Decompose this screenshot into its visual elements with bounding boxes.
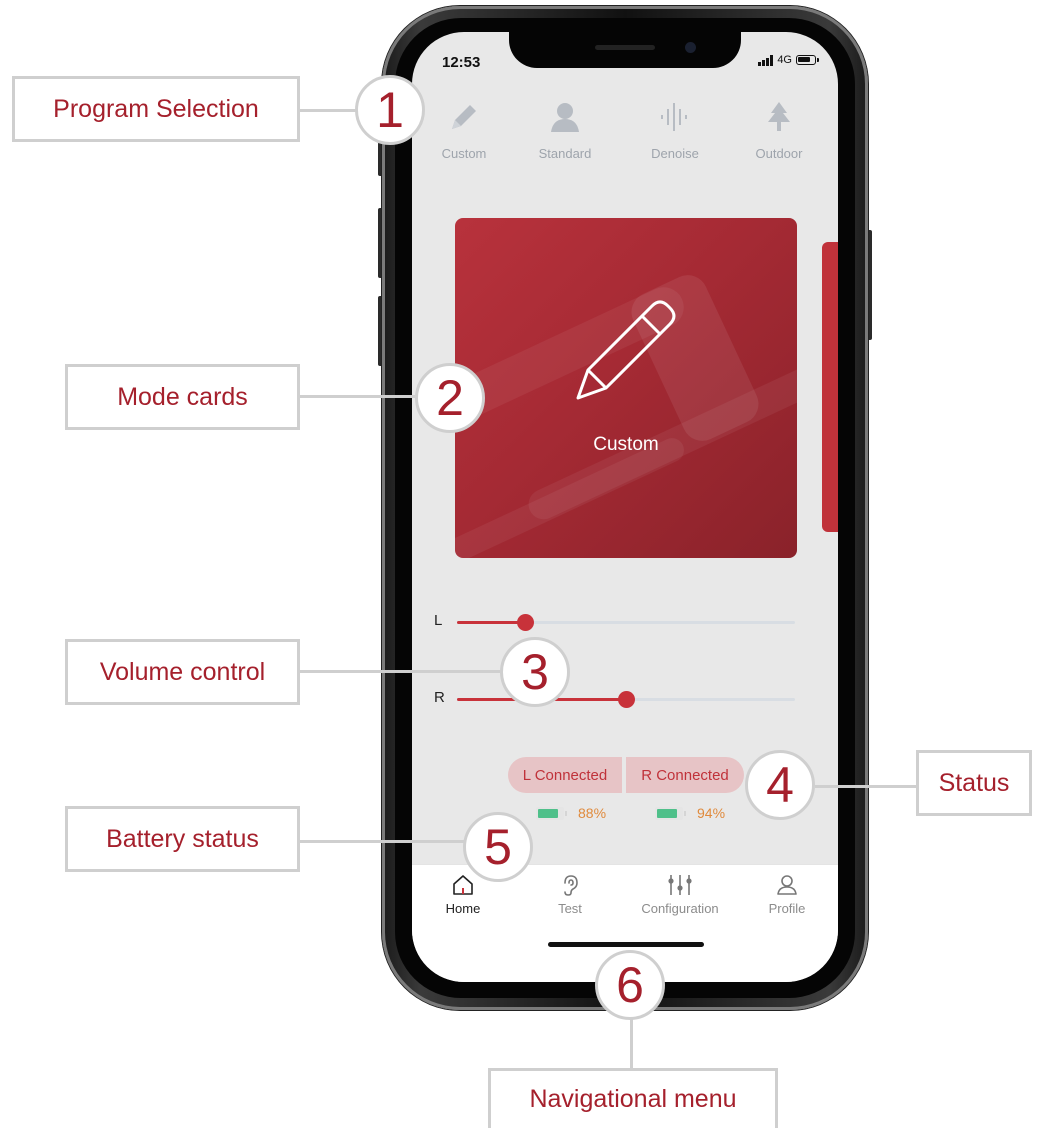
left-connected-status: L Connected	[508, 757, 622, 793]
callout-number-4: 4	[745, 750, 815, 820]
left-battery-status: 88%	[536, 805, 606, 821]
tab-test[interactable]: Test	[525, 871, 615, 916]
sliders-icon	[668, 875, 692, 895]
tree-icon	[768, 102, 790, 131]
callout-line-2	[300, 395, 415, 398]
callout-mode-cards: Mode cards	[65, 364, 300, 430]
person-icon	[551, 103, 579, 132]
next-mode-card-peek[interactable]	[822, 242, 838, 532]
notch	[509, 32, 741, 68]
volume-left-slider[interactable]	[457, 614, 795, 631]
tab-label: Test	[558, 901, 582, 916]
callout-navigational-menu: Navigational menu	[488, 1068, 778, 1128]
program-selection: Custom Standard Denoise Outdoor	[412, 92, 838, 182]
ear-icon	[564, 875, 578, 896]
user-icon	[777, 875, 797, 895]
callout-number-6: 6	[595, 950, 665, 1020]
waveform-icon	[661, 103, 687, 131]
program-outdoor[interactable]: Outdoor	[734, 92, 824, 161]
program-label: Custom	[441, 146, 487, 161]
network-type: 4G	[777, 54, 792, 66]
home-icon	[453, 875, 473, 895]
program-label: Denoise	[651, 146, 699, 161]
callout-line-3	[300, 670, 500, 673]
mode-card-label: Custom	[593, 434, 659, 455]
callout-status: Status	[916, 750, 1032, 816]
status-time: 12:53	[442, 54, 481, 71]
tab-label: Configuration	[641, 901, 719, 916]
callout-number-3: 3	[500, 637, 570, 707]
speaker-grille	[595, 45, 655, 50]
right-battery-status: 94%	[655, 805, 725, 821]
program-label: Outdoor	[755, 146, 803, 161]
callout-program-selection: Program Selection	[12, 76, 300, 142]
callout-line-5	[300, 840, 464, 843]
left-battery-percent: 88%	[578, 805, 607, 821]
status-indicators: 4G	[758, 54, 819, 66]
home-indicator[interactable]	[548, 942, 704, 947]
program-standard[interactable]: Standard	[520, 92, 610, 161]
battery-icon	[655, 806, 686, 820]
program-denoise[interactable]: Denoise	[630, 92, 720, 161]
tab-configuration[interactable]: Configuration	[636, 871, 724, 916]
tab-profile[interactable]: Profile	[742, 871, 832, 916]
volume-left-fill	[457, 621, 525, 624]
volume-right-slider[interactable]	[457, 691, 795, 708]
callout-number-5: 5	[463, 812, 533, 882]
callout-line-6	[630, 1018, 633, 1072]
tab-label: Profile	[768, 901, 806, 916]
signal-icon	[758, 54, 774, 66]
program-label: Standard	[538, 146, 592, 161]
front-camera	[685, 42, 696, 53]
volume-left-label: L	[434, 612, 443, 629]
tab-label: Home	[445, 901, 481, 916]
phone-battery-icon	[796, 55, 819, 65]
callout-line-4	[815, 785, 918, 788]
callout-battery-status: Battery status	[65, 806, 300, 872]
program-custom[interactable]: Custom	[419, 92, 509, 161]
callout-number-1: 1	[355, 75, 425, 145]
volume-right-knob[interactable]	[618, 691, 635, 708]
pencil-icon	[452, 105, 476, 129]
callout-volume-control: Volume control	[65, 639, 300, 705]
right-battery-percent: 94%	[697, 805, 726, 821]
battery-icon	[536, 806, 567, 820]
callout-number-2: 2	[415, 363, 485, 433]
mode-card-custom[interactable]: Custom	[455, 218, 797, 558]
right-connected-status: R Connected	[626, 757, 744, 793]
volume-right-label: R	[434, 689, 445, 706]
pencil-icon	[576, 300, 676, 400]
callout-line-1	[300, 109, 358, 112]
volume-left-knob[interactable]	[516, 614, 534, 631]
